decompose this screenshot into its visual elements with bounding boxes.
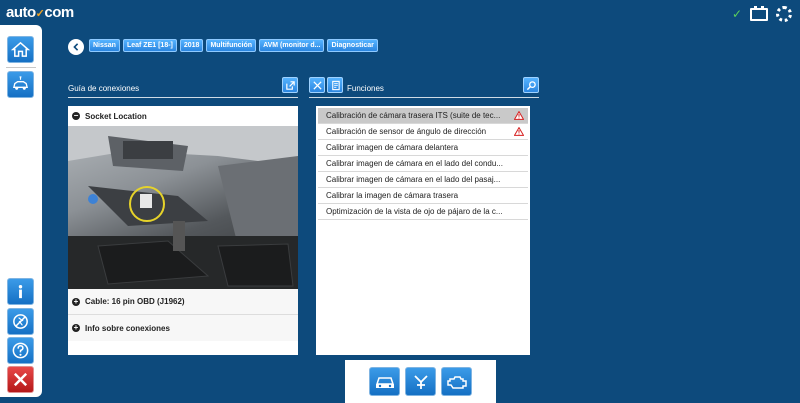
help-button[interactable]: [7, 337, 34, 364]
open-external-button[interactable]: [282, 77, 298, 93]
function-item[interactable]: Optimización de la vista de ojo de pájar…: [318, 204, 528, 220]
battery-icon: [750, 5, 768, 21]
left-sidebar: [0, 25, 42, 397]
socket-location-header[interactable]: − Socket Location: [68, 106, 298, 126]
service-tools-button[interactable]: [405, 367, 436, 396]
breadcrumb-model[interactable]: Leaf ZE1 [18-]: [122, 39, 177, 52]
settings-gear-icon[interactable]: [776, 6, 792, 22]
info-button[interactable]: [7, 278, 34, 305]
warning-triangle-icon: [514, 127, 524, 136]
home-button[interactable]: [7, 36, 34, 63]
external-link-icon: [285, 80, 295, 90]
document-icon: [331, 80, 340, 90]
cable-row[interactable]: + Cable: 16 pin OBD (J1962): [68, 289, 298, 315]
info-icon: [18, 285, 23, 299]
breadcrumb-module[interactable]: AVM (monitor d...: [259, 39, 325, 52]
function-item-label: Calibrar imagen de cámara en el lado del…: [326, 159, 503, 168]
function-item[interactable]: Calibrar imagen de cámara delantera: [318, 140, 528, 156]
function-item-label: Calibración de sensor de ángulo de direc…: [326, 127, 487, 136]
autocom-logo: auto✓com: [6, 4, 74, 21]
vehicle-connect-button[interactable]: [7, 71, 34, 98]
function-item-label: Calibración de cámara trasera ITS (suite…: [326, 111, 501, 120]
breadcrumb-make[interactable]: Nissan: [89, 39, 120, 52]
warning-triangle-icon: [514, 111, 524, 120]
functions-panel: Calibración de cámara trasera ITS (suite…: [316, 106, 530, 355]
functions-list: Calibración de cámara trasera ITS (suite…: [316, 106, 530, 220]
breadcrumb-action[interactable]: Diagnosticar: [327, 39, 378, 52]
no-flash-button[interactable]: [7, 308, 34, 335]
tools-filter-button[interactable]: [309, 77, 325, 93]
wrench-screwdriver-icon: [312, 80, 322, 90]
back-button[interactable]: [68, 39, 84, 55]
function-item-label: Calibrar imagen de cámara delantera: [326, 143, 459, 152]
socket-location-photo: [68, 126, 298, 289]
tools-icon: [413, 374, 428, 389]
function-item[interactable]: Calibración de sensor de ángulo de direc…: [318, 124, 528, 140]
breadcrumb-year[interactable]: 2018: [179, 39, 204, 52]
breadcrumb-system[interactable]: Multifunción: [206, 39, 257, 52]
home-icon: [11, 41, 30, 57]
divider: [68, 97, 298, 98]
help-icon: [12, 342, 29, 359]
exit-button[interactable]: [7, 366, 34, 393]
function-item[interactable]: Calibración de cámara trasera ITS (suite…: [318, 108, 528, 124]
search-icon: [526, 80, 536, 90]
chevron-left-icon: [73, 43, 79, 51]
engine-button[interactable]: [441, 367, 472, 396]
document-button[interactable]: [327, 77, 343, 93]
collapse-icon: −: [72, 111, 80, 120]
close-icon: [13, 372, 28, 387]
connection-guide-title: Guía de conexiones: [68, 84, 140, 93]
vehicle-view-button[interactable]: [369, 367, 400, 396]
function-item[interactable]: Calibrar imagen de cámara en el lado del…: [318, 156, 528, 172]
breadcrumb: Nissan Leaf ZE1 [18-] 2018 Multifunción …: [89, 39, 378, 52]
functions-title: Funciones: [347, 84, 384, 93]
status-area: ✓: [731, 5, 792, 22]
function-item[interactable]: Calibrar la imagen de cámara trasera: [318, 188, 528, 204]
function-item[interactable]: Calibrar imagen de cámara en el lado del…: [318, 172, 528, 188]
function-item-label: Calibrar imagen de cámara en el lado del…: [326, 175, 501, 184]
car-front-icon: [375, 376, 394, 388]
no-flash-icon: [13, 314, 28, 329]
connection-info-row[interactable]: + Info sobre conexiones: [68, 315, 298, 341]
connection-guide-panel: − Socket Location + Cable: 16 pin OBD (J…: [68, 106, 298, 355]
function-item-label: Optimización de la vista de ojo de pájar…: [326, 207, 503, 216]
expand-icon: +: [72, 296, 80, 306]
search-button[interactable]: [523, 77, 539, 93]
car-connect-icon: [12, 76, 29, 90]
bottom-toolbar: [345, 360, 496, 403]
divider: [309, 97, 539, 98]
engine-icon: [446, 375, 467, 389]
function-item-label: Calibrar la imagen de cámara trasera: [326, 191, 459, 200]
connected-check-icon: ✓: [731, 7, 742, 21]
expand-icon: +: [72, 323, 80, 332]
